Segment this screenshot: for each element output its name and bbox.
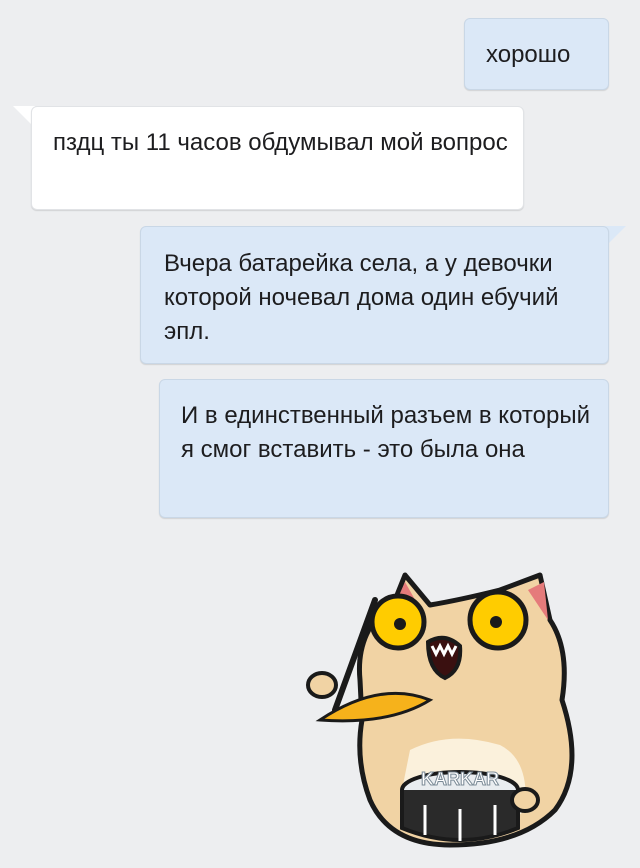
incoming-message[interactable]: пздц ты 11 часов обдумывал мой вопрос xyxy=(31,106,524,210)
message-text: пздц ты 11 часов обдумывал мой вопрос xyxy=(53,129,508,156)
message-text: И в единственный разъем в который я смог… xyxy=(181,402,590,463)
outgoing-message[interactable]: И в единственный разъем в который я смог… xyxy=(159,379,609,518)
sticker-label: KARKAR xyxy=(421,769,499,789)
chat-screen: { "messages": [ {"id": "msg1", "directio… xyxy=(0,0,640,868)
message-text: Вчера батарейка села, а у девочки которо… xyxy=(164,250,559,345)
message-text: хорошо xyxy=(486,41,571,68)
outgoing-message[interactable]: Вчера батарейка села, а у девочки которо… xyxy=(140,226,609,364)
drumming-cat-sticker[interactable]: KARKAR xyxy=(300,560,590,860)
outgoing-message[interactable]: хорошо xyxy=(464,18,609,90)
